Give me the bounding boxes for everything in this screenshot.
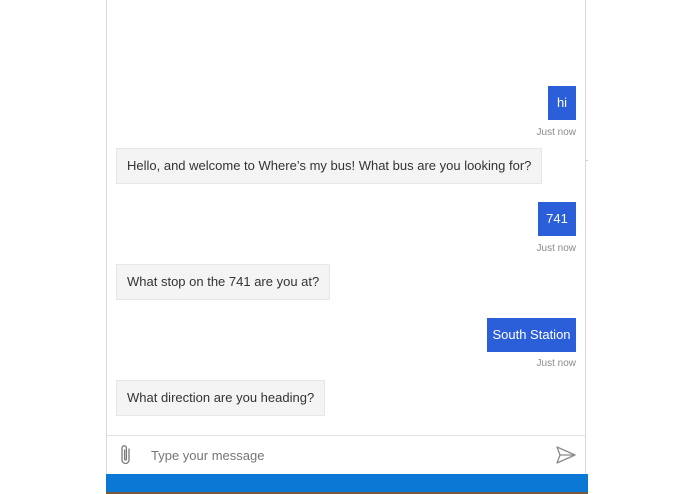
message-timestamp: Just now [536, 358, 576, 369]
bot-message: What direction are you heading? [116, 380, 326, 416]
chat-transcript[interactable]: hi Just now Hello, and welcome to Where’… [107, 0, 585, 435]
message-timestamp: Just now [536, 243, 576, 254]
chat-window: hi Just now Hello, and welcome to Where’… [106, 0, 586, 475]
divider [586, 160, 588, 161]
send-icon[interactable] [556, 446, 576, 464]
message-input-bar [107, 435, 585, 475]
bot-message: What stop on the 741 are you at? [116, 264, 331, 300]
user-message: hi [548, 86, 576, 120]
user-message: South Station [487, 318, 576, 352]
bot-message: Hello, and welcome to Where’s my bus! Wh… [116, 148, 543, 184]
paperclip-icon[interactable] [117, 444, 135, 466]
message-input[interactable] [151, 444, 531, 466]
footer-bar [106, 474, 588, 494]
message-timestamp: Just now [536, 127, 576, 138]
user-message: 741 [538, 202, 576, 236]
